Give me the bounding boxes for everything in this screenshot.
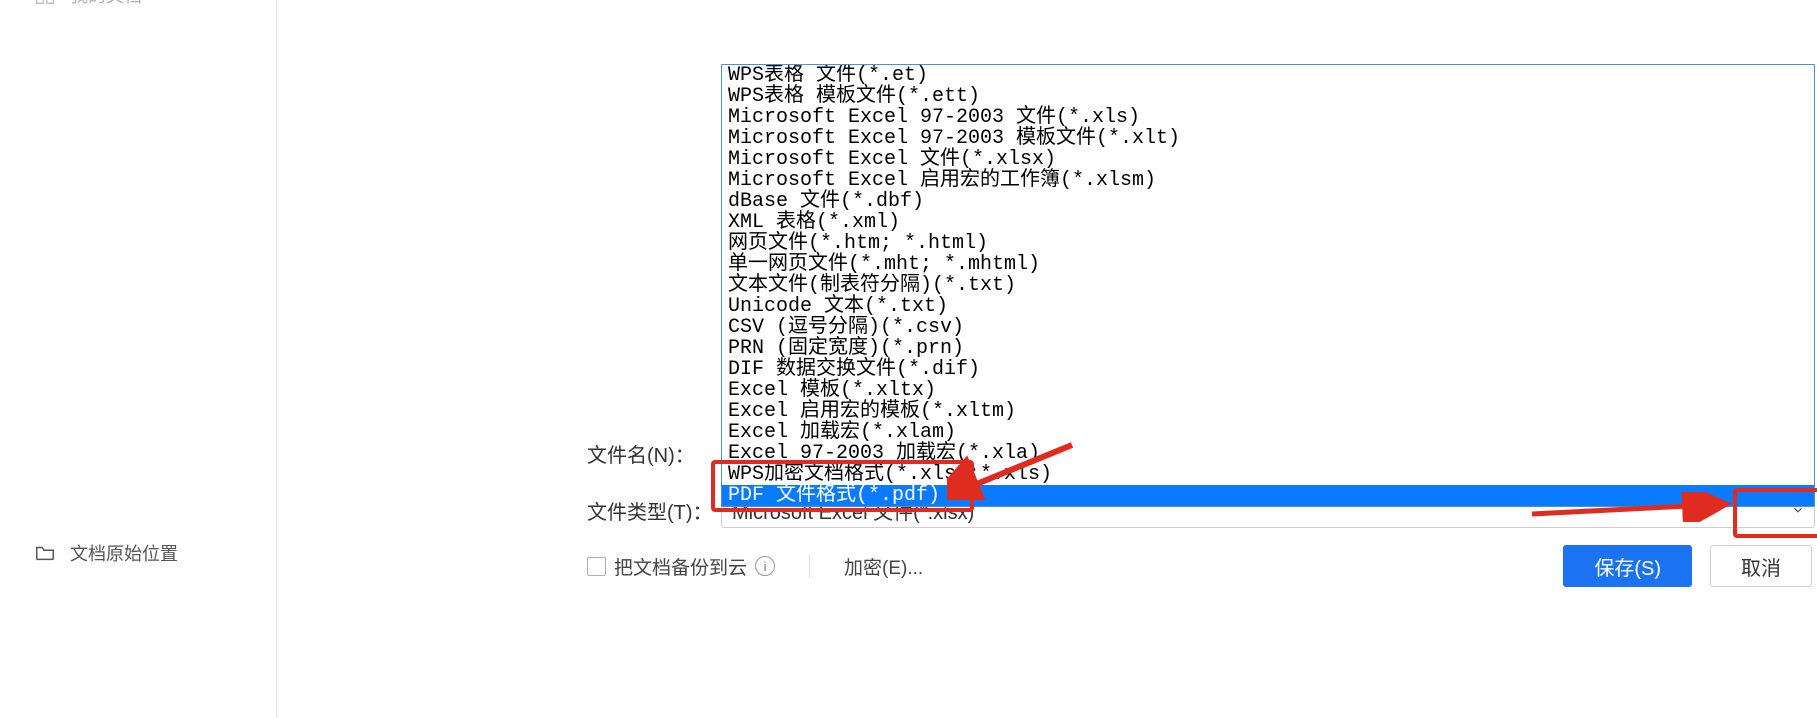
filetype-option[interactable]: DIF 数据交换文件(*.dif)	[722, 359, 1814, 380]
sidebar-item-original-location[interactable]: 文档原始位置	[0, 534, 276, 572]
footer-left: 把文档备份到云 i 加密(E)...	[587, 553, 923, 580]
filetype-option[interactable]: Microsoft Excel 97-2003 文件(*.xls)	[722, 107, 1814, 128]
filetype-option[interactable]: WPS表格 文件(*.et)	[722, 65, 1814, 86]
filetype-option[interactable]: Excel 模板(*.xltx)	[722, 380, 1814, 401]
filetype-option[interactable]: Excel 启用宏的模板(*.xltm)	[722, 401, 1814, 422]
info-icon[interactable]: i	[755, 556, 775, 576]
encrypt-button[interactable]: 加密(E)...	[844, 553, 923, 580]
filetype-option[interactable]: Microsoft Excel 启用宏的工作簿(*.xlsm)	[722, 170, 1814, 191]
filetype-option[interactable]: dBase 文件(*.dbf)	[722, 191, 1814, 212]
main-panel: 文件名(N)： 文件类型(T)： Microsoft Excel 文件(*.xl…	[277, 0, 1817, 718]
filetype-option[interactable]: Excel 97-2003 加载宏(*.xla)	[722, 443, 1814, 464]
filetype-option[interactable]: WPS表格 模板文件(*.ett)	[722, 86, 1814, 107]
filename-label: 文件名(N)：	[587, 439, 695, 468]
backup-label: 把文档备份到云	[614, 553, 747, 580]
filetype-option[interactable]: CSV (逗号分隔)(*.csv)	[722, 317, 1814, 338]
filetype-dropdown[interactable]: WPS表格 文件(*.et)WPS表格 模板文件(*.ett)Microsoft…	[721, 64, 1815, 507]
filetype-option[interactable]: PDF 文件格式(*.pdf)	[722, 485, 1814, 506]
sidebar: 我的文档 文档原始位置	[0, 0, 277, 718]
separator	[809, 554, 810, 578]
filetype-option[interactable]: Microsoft Excel 97-2003 模板文件(*.xlt)	[722, 128, 1814, 149]
save-button[interactable]: 保存(S)	[1563, 545, 1692, 587]
sidebar-item-my-documents[interactable]: 我的文档	[0, 0, 276, 14]
filetype-option[interactable]: WPS加密文档格式(*.xlsx;*.xls)	[722, 464, 1814, 485]
backup-checkbox[interactable]: 把文档备份到云 i	[587, 553, 775, 580]
sidebar-item-label: 我的文档	[70, 0, 142, 8]
filetype-option[interactable]: Unicode 文本(*.txt)	[722, 296, 1814, 317]
cancel-button[interactable]: 取消	[1710, 545, 1812, 587]
checkbox-box	[587, 557, 606, 576]
filetype-label: 文件类型(T)：	[587, 496, 713, 525]
dialog-footer: 把文档备份到云 i 加密(E)... 保存(S) 取消	[587, 545, 1812, 587]
filetype-option[interactable]: Microsoft Excel 文件(*.xlsx)	[722, 149, 1814, 170]
filetype-option[interactable]: 单一网页文件(*.mht; *.mhtml)	[722, 254, 1814, 275]
filetype-option[interactable]: XML 表格(*.xml)	[722, 212, 1814, 233]
sidebar-item-label: 文档原始位置	[70, 540, 178, 566]
filetype-option[interactable]: 文本文件(制表符分隔)(*.txt)	[722, 275, 1814, 296]
filetype-option[interactable]: 网页文件(*.htm; *.html)	[722, 233, 1814, 254]
footer-right: 保存(S) 取消	[1563, 545, 1812, 587]
filetype-option[interactable]: Excel 加载宏(*.xlam)	[722, 422, 1814, 443]
filetype-option[interactable]: PRN (固定宽度)(*.prn)	[722, 338, 1814, 359]
folder-icon	[34, 542, 56, 564]
grid-icon	[34, 0, 56, 6]
